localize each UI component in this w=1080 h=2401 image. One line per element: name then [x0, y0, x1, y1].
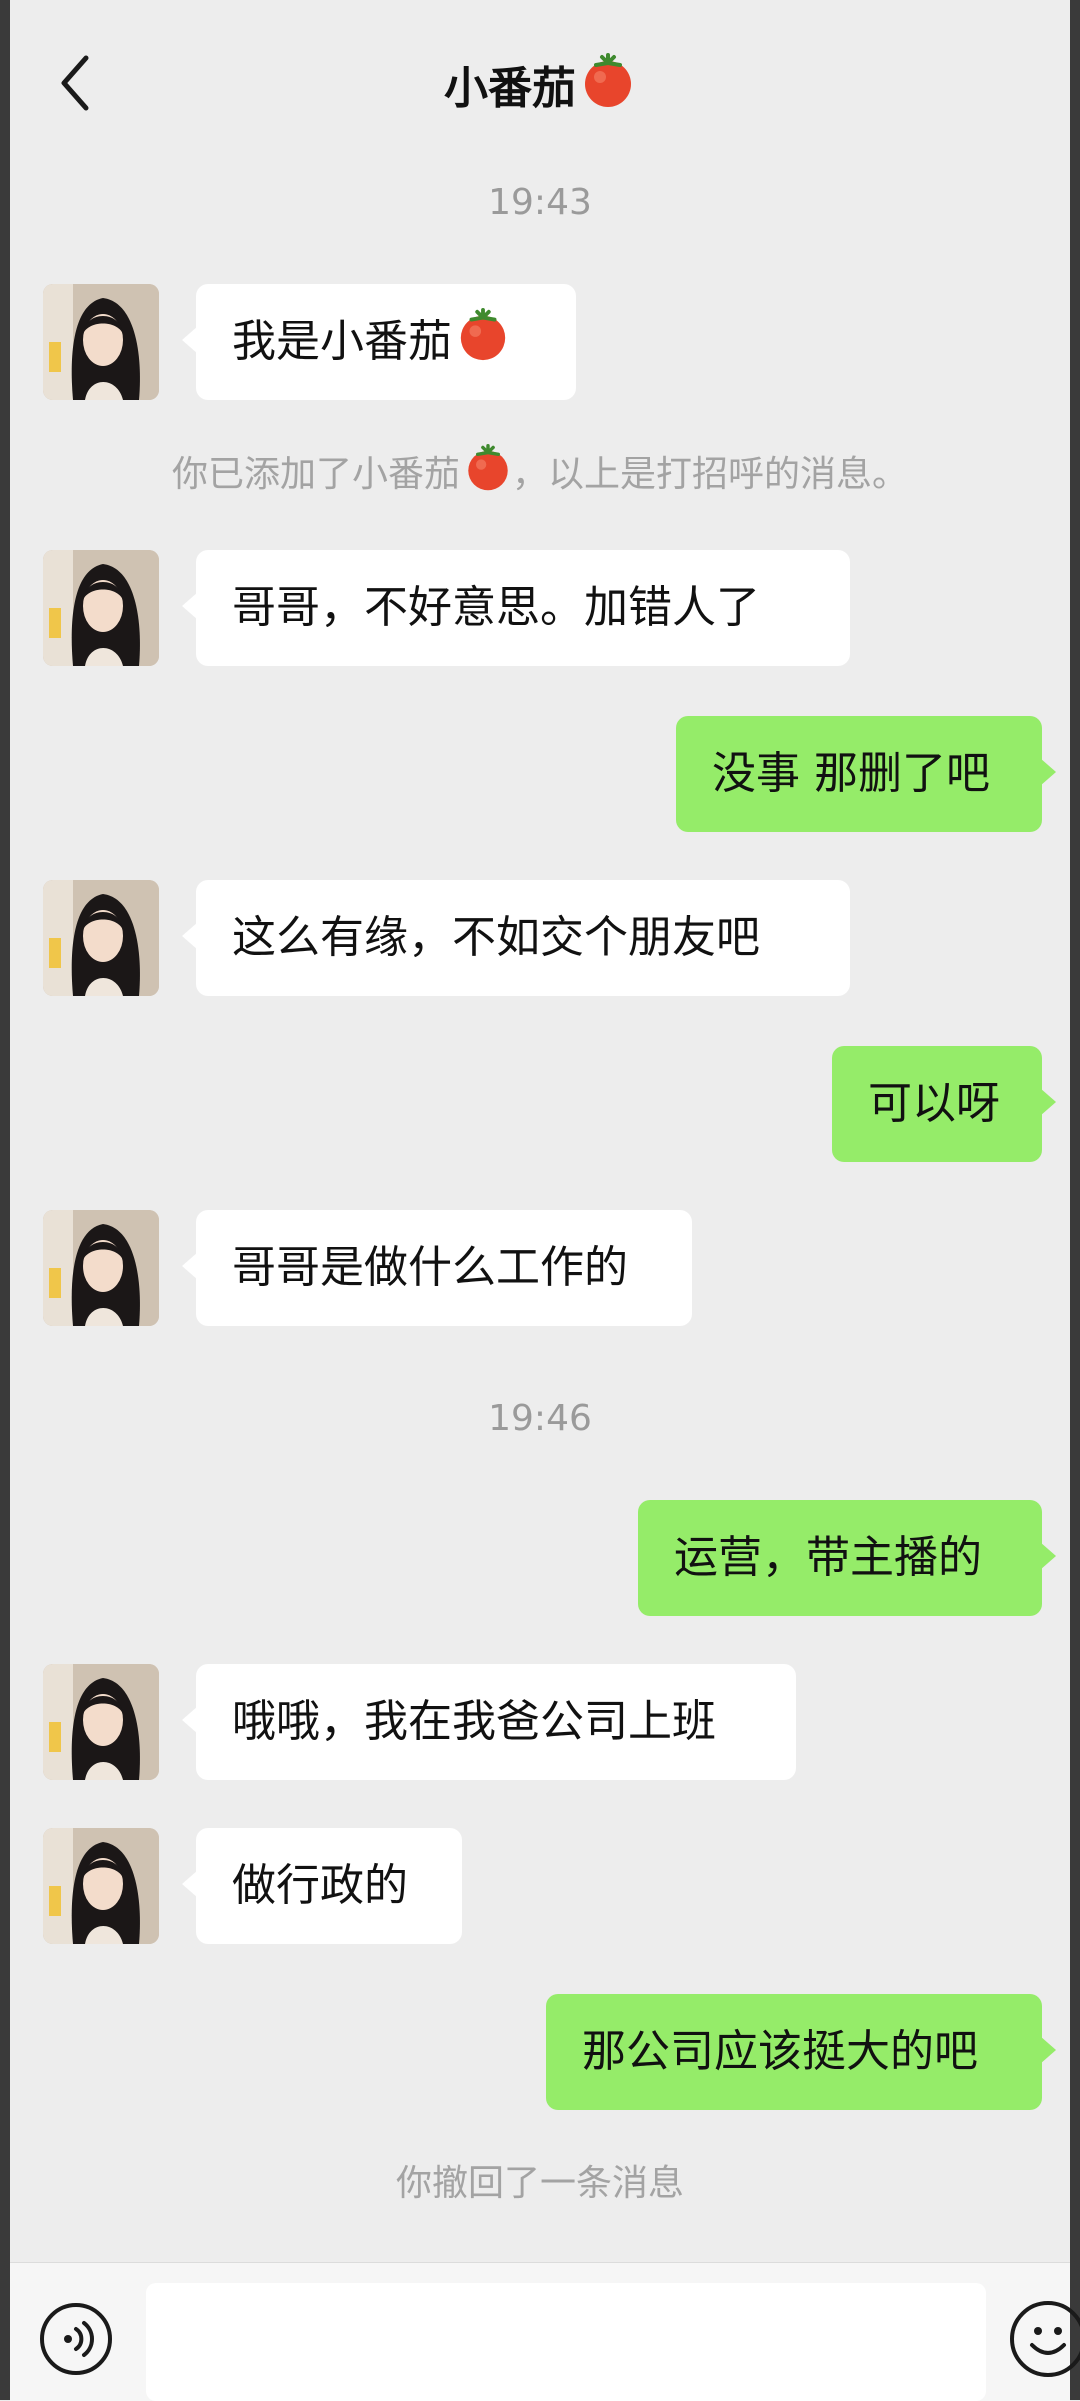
- message-input[interactable]: [146, 2283, 986, 2401]
- voice-button[interactable]: [40, 2303, 112, 2375]
- contact-avatar[interactable]: [43, 1210, 159, 1326]
- chat-title-text: 小番茄: [444, 63, 576, 114]
- emoji-button[interactable]: [1010, 2301, 1080, 2377]
- message-text: 哦哦，我在我爸公司上班: [232, 1696, 716, 1747]
- message-bubble-outgoing[interactable]: 运营，带主播的: [638, 1500, 1056, 1616]
- message-text: 运营，带主播的: [674, 1532, 982, 1583]
- contact-avatar[interactable]: [43, 284, 159, 400]
- message-bubble-incoming[interactable]: 哥哥，不好意思。加错人了: [182, 550, 850, 666]
- tomato-icon: [580, 53, 636, 120]
- recall-notice: 你撤回了一条消息: [395, 2163, 684, 2204]
- message-bubble-outgoing[interactable]: 那公司应该挺大的吧: [546, 1994, 1056, 2110]
- left-edge: [0, 0, 10, 2400]
- emoji-icon: [1030, 2327, 1066, 2355]
- right-edge: [1070, 0, 1080, 2400]
- contact-avatar[interactable]: [43, 1664, 159, 1780]
- message-text: 做行政的: [232, 1860, 408, 1911]
- message-bubble-incoming[interactable]: 哥哥是做什么工作的: [182, 1210, 692, 1326]
- notice-text: 你已添加了小番茄: [171, 454, 460, 495]
- message-bubble-incoming[interactable]: 我是小番茄: [182, 284, 576, 400]
- chat-screen: 小番茄 19:43 我是小番茄 你已添加了小番茄 ，以上是打招呼的消息。 哥哥，…: [10, 0, 1080, 2401]
- timestamp: 19:46: [488, 1398, 592, 1439]
- contact-avatar[interactable]: [43, 550, 159, 666]
- message-bubble-outgoing[interactable]: 可以呀: [832, 1046, 1056, 1162]
- contact-avatar[interactable]: [43, 1828, 159, 1944]
- chat-header: 小番茄: [10, 0, 1070, 160]
- tomato-icon: [464, 444, 512, 501]
- message-bubble-incoming[interactable]: 做行政的: [182, 1828, 462, 1944]
- message-bubble-incoming[interactable]: 这么有缘，不如交个朋友吧: [182, 880, 850, 996]
- message-text: 没事 那删了吧: [712, 748, 990, 799]
- message-text: 哥哥，不好意思。加错人了: [232, 582, 760, 633]
- contact-avatar[interactable]: [43, 880, 159, 996]
- chat-title[interactable]: 小番茄: [10, 52, 1070, 120]
- message-bubble-outgoing[interactable]: 没事 那删了吧: [676, 716, 1056, 832]
- message-text: 这么有缘，不如交个朋友吧: [232, 912, 760, 963]
- message-text: 我是小番茄: [232, 316, 452, 367]
- notice-text-suffix: ，以上是打招呼的消息。: [512, 454, 909, 495]
- tomato-icon: [456, 290, 510, 406]
- voice-icon: [64, 2321, 94, 2357]
- message-text: 哥哥是做什么工作的: [232, 1242, 628, 1293]
- timestamp: 19:43: [488, 182, 592, 223]
- message-bubble-incoming[interactable]: 哦哦，我在我爸公司上班: [182, 1664, 796, 1780]
- input-toolbar: [10, 2262, 1080, 2401]
- message-text: 可以呀: [868, 1078, 1000, 1129]
- system-notice: 你已添加了小番茄 ，以上是打招呼的消息。: [10, 444, 1070, 501]
- message-text: 那公司应该挺大的吧: [582, 2026, 978, 2077]
